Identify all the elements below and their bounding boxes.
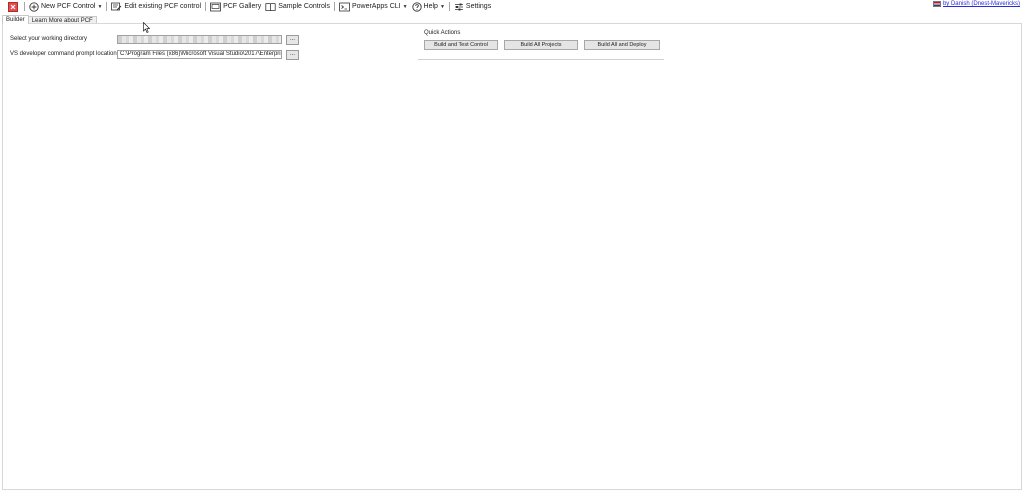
working-directory-input[interactable] <box>117 35 282 44</box>
new-pcf-control-button[interactable]: New PCF Control ▼ <box>27 1 104 13</box>
new-pcf-control-label: New PCF Control <box>41 3 96 10</box>
settings-button[interactable]: Settings <box>452 1 493 13</box>
powerapps-cli-button[interactable]: PowerApps CLI ▼ <box>337 1 410 13</box>
pcf-gallery-button[interactable]: PCF Gallery <box>208 1 263 13</box>
help-label: Help <box>423 3 438 10</box>
book-icon <box>265 2 276 11</box>
toolbar-separator <box>333 2 335 11</box>
sample-controls-label: Sample Controls <box>278 3 330 10</box>
close-icon <box>10 4 16 9</box>
build-all-and-deploy-button[interactable]: Build All and Deploy <box>584 40 660 50</box>
flag-icon <box>932 1 941 7</box>
working-directory-browse-button[interactable]: ... <box>286 35 299 45</box>
edit-document-icon <box>111 2 122 10</box>
author-link-text[interactable]: by Danish (Dnest-Mavericks) <box>943 1 1020 7</box>
settings-label: Settings <box>465 3 492 10</box>
build-all-projects-button[interactable]: Build All Projects <box>504 40 578 50</box>
builder-tab-panel <box>2 23 1022 490</box>
powerapps-cli-label: PowerApps CLI <box>351 3 401 10</box>
toolbar-separator <box>448 2 450 11</box>
chevron-down-icon[interactable]: ▼ <box>403 4 408 10</box>
vs-prompt-location-label: VS developer command prompt location <box>10 51 117 57</box>
author-link[interactable]: by Danish (Dnest-Mavericks) <box>932 1 1020 7</box>
main-toolbar: New PCF Control ▼ Edit existing PCF cont… <box>0 0 1024 13</box>
pcf-builder-window: New PCF Control ▼ Edit existing PCF cont… <box>0 0 1024 492</box>
quick-actions-title: Quick Actions <box>424 30 461 36</box>
chevron-down-icon[interactable]: ▼ <box>440 4 445 10</box>
terminal-icon <box>339 2 350 11</box>
edit-existing-pcf-label: Edit existing PCF control <box>124 3 202 10</box>
pcf-gallery-label: PCF Gallery <box>223 3 262 10</box>
toolbar-separator <box>106 2 108 11</box>
mouse-cursor-icon <box>143 22 150 33</box>
tab-builder[interactable]: Builder <box>2 15 29 24</box>
chevron-down-icon[interactable]: ▼ <box>97 4 102 10</box>
vs-prompt-location-input[interactable]: C:\Program Files (x86)\Microsoft Visual … <box>117 50 282 59</box>
edit-existing-pcf-button[interactable]: Edit existing PCF control <box>109 1 203 13</box>
build-and-test-button[interactable]: Build and Test Control <box>424 40 498 50</box>
gallery-icon <box>210 2 221 11</box>
help-icon <box>411 1 422 12</box>
sliders-icon <box>454 3 463 10</box>
toolbar-separator <box>24 2 25 11</box>
vs-prompt-browse-button[interactable]: ... <box>286 50 299 60</box>
close-tool-button[interactable] <box>8 1 18 12</box>
help-button[interactable]: Help ▼ <box>410 1 447 13</box>
working-directory-label: Select your working directory <box>10 36 88 42</box>
quick-actions-group: Quick Actions Build and Test Control Bui… <box>418 30 664 60</box>
sample-controls-button[interactable]: Sample Controls <box>263 1 332 13</box>
plus-circle-icon <box>29 1 39 12</box>
toolbar-separator <box>205 2 207 11</box>
